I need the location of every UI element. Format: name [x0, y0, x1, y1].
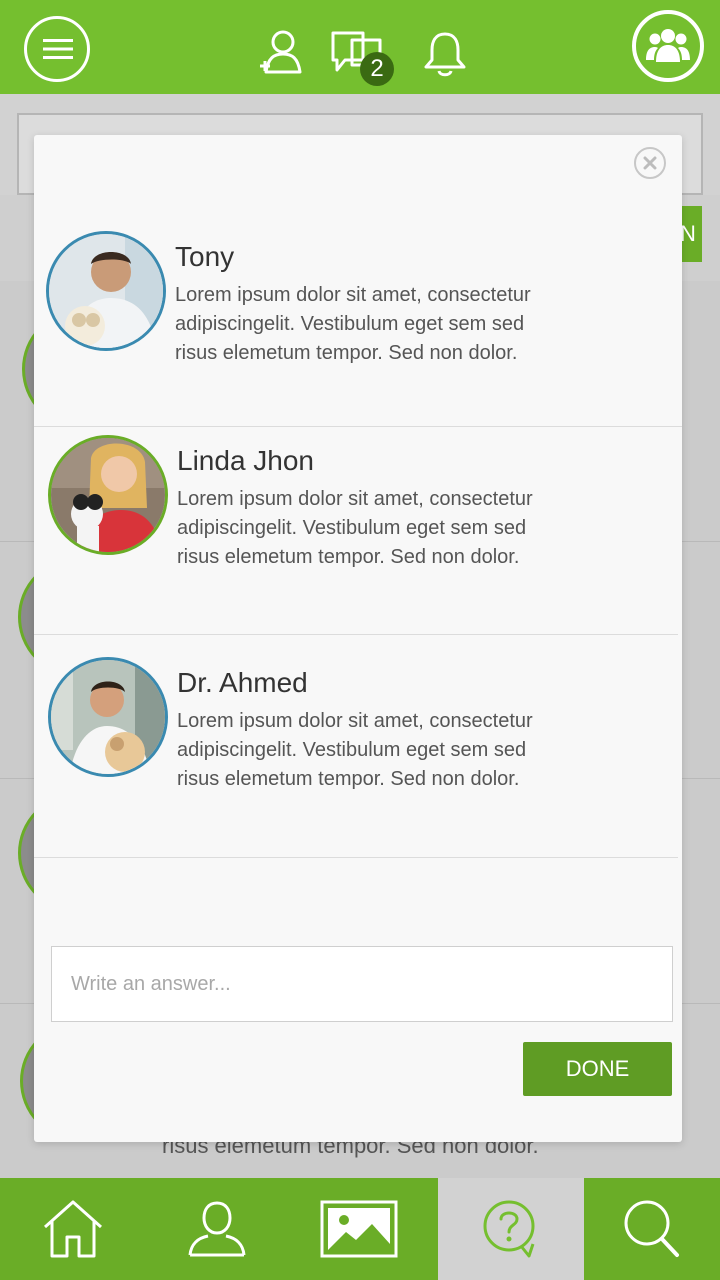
contact-item[interactable]: Linda Jhon Lorem ipsum dolor sit amet, c…: [34, 427, 682, 634]
nav-home[interactable]: [0, 1178, 146, 1280]
group-icon: [646, 29, 690, 62]
contact-message: Lorem ipsum dolor sit amet, consectetur …: [177, 488, 533, 568]
gallery-icon: [320, 1200, 398, 1258]
contact-name: Linda Jhon: [177, 445, 315, 476]
groups-button[interactable]: [632, 10, 704, 82]
contacts-modal: Tony Lorem ipsum dolor sit amet, consect…: [34, 135, 682, 1142]
contact-item[interactable]: Tony Lorem ipsum dolor sit amet, consect…: [34, 135, 682, 426]
contact-name: Dr. Ahmed: [177, 667, 308, 698]
messages-badge: 2: [360, 52, 394, 86]
top-bar: 2: [0, 0, 720, 94]
search-icon: [624, 1200, 679, 1257]
add-user-icon[interactable]: [258, 28, 304, 76]
question-icon: [483, 1200, 535, 1258]
contact-name: Tony: [175, 241, 235, 272]
contact-message: Lorem ipsum dolor sit amet, consectetur …: [177, 710, 533, 790]
avatar: [48, 435, 168, 555]
avatar: [46, 231, 166, 351]
bottom-nav: [0, 1178, 720, 1280]
menu-button[interactable]: [24, 16, 90, 82]
answer-input[interactable]: [51, 946, 673, 1022]
hamburger-icon: [43, 39, 73, 59]
nav-profile[interactable]: [144, 1178, 290, 1280]
home-icon: [44, 1200, 102, 1258]
bell-icon[interactable]: [422, 30, 468, 78]
avatar: [48, 657, 168, 777]
nav-gallery[interactable]: [286, 1178, 432, 1280]
contact-item[interactable]: Dr. Ahmed Lorem ipsum dolor sit amet, co…: [34, 635, 682, 857]
done-button[interactable]: DONE: [523, 1042, 672, 1096]
contact-message: Lorem ipsum dolor sit amet, consectetur …: [175, 284, 531, 364]
divider: [34, 857, 678, 858]
profile-icon: [188, 1201, 246, 1257]
nav-search[interactable]: [584, 1178, 720, 1280]
nav-questions[interactable]: [438, 1178, 584, 1280]
